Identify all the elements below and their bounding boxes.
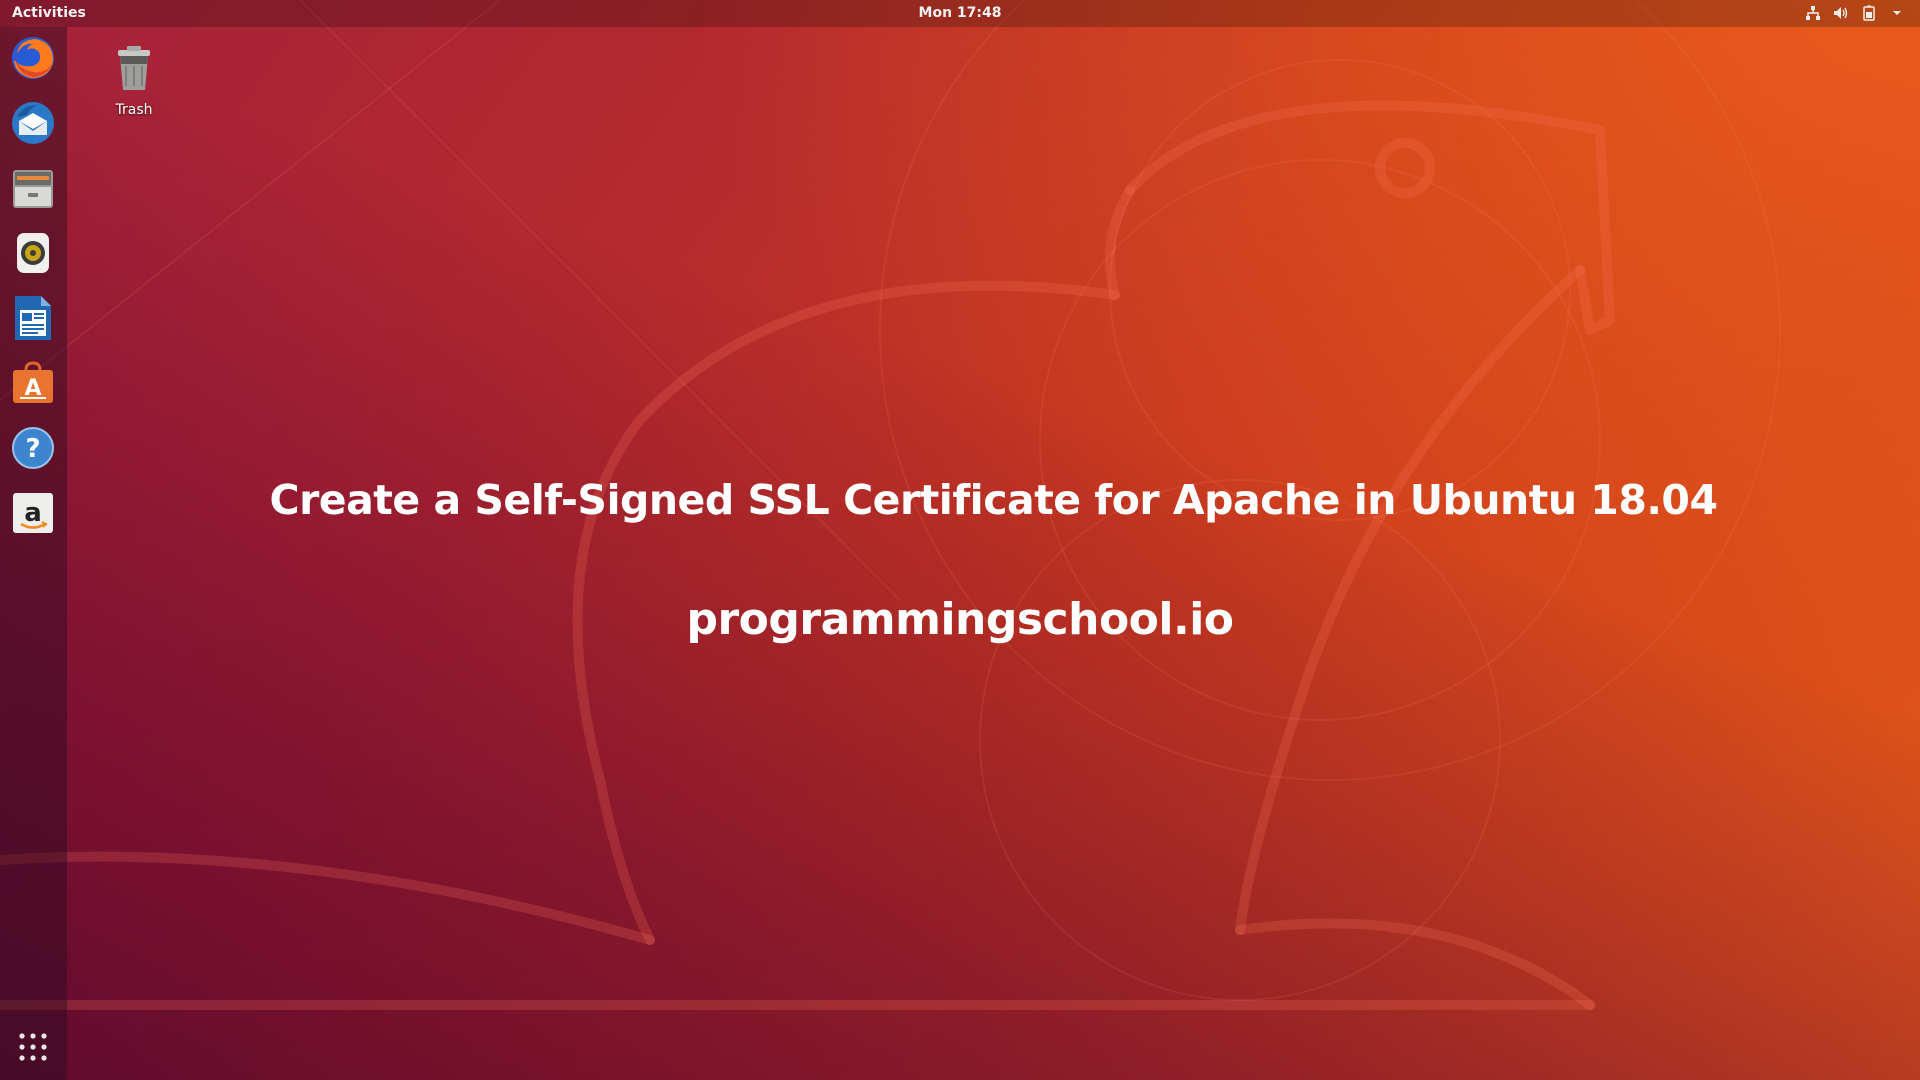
amazon-icon: a (13, 493, 53, 533)
files-icon (13, 170, 53, 208)
writer-icon (15, 296, 51, 340)
clock-container: Mon 17:48 (0, 5, 1920, 21)
desktop-trash[interactable]: Trash (100, 44, 168, 124)
dock-item-thunderbird[interactable] (8, 98, 58, 148)
clock[interactable]: Mon 17:48 (919, 5, 1002, 21)
firefox-icon (12, 37, 54, 79)
trash-icon (118, 46, 150, 90)
desktop-background: Activities Mon 17:48 A ? a Trash Create … (0, 0, 1920, 1080)
dock-item-files[interactable] (8, 163, 58, 213)
dock-item-firefox[interactable] (8, 33, 58, 83)
system-menu-chevron-icon[interactable] (1888, 4, 1906, 22)
volume-icon[interactable] (1832, 4, 1850, 22)
dock-item-help[interactable]: ? (8, 423, 58, 473)
dock-item-rhythmbox[interactable] (8, 228, 58, 278)
svg-text:?: ? (25, 434, 40, 464)
software-center-icon: A (13, 361, 53, 403)
wallpaper-line-art (0, 0, 1781, 1010)
help-icon: ? (12, 427, 54, 469)
trash-label: Trash (115, 102, 153, 118)
system-tray[interactable] (1804, 4, 1906, 22)
battery-icon[interactable] (1860, 4, 1878, 22)
thunderbird-icon (12, 102, 54, 144)
svg-text:a: a (24, 498, 42, 528)
top-bar: Activities Mon 17:48 (0, 0, 1920, 27)
site-text: programmingschool.io (686, 594, 1234, 645)
dock-item-libreoffice-writer[interactable] (8, 293, 58, 343)
network-icon[interactable] (1804, 4, 1822, 22)
dock: A ? a (0, 27, 67, 1080)
headline-text: Create a Self-Signed SSL Certificate for… (269, 476, 1718, 524)
show-applications-button[interactable] (8, 1022, 58, 1072)
dock-item-amazon[interactable]: a (8, 488, 58, 538)
rhythmbox-icon (17, 233, 49, 273)
dock-item-ubuntu-software[interactable]: A (8, 358, 58, 408)
app-grid-icon (19, 1033, 47, 1061)
